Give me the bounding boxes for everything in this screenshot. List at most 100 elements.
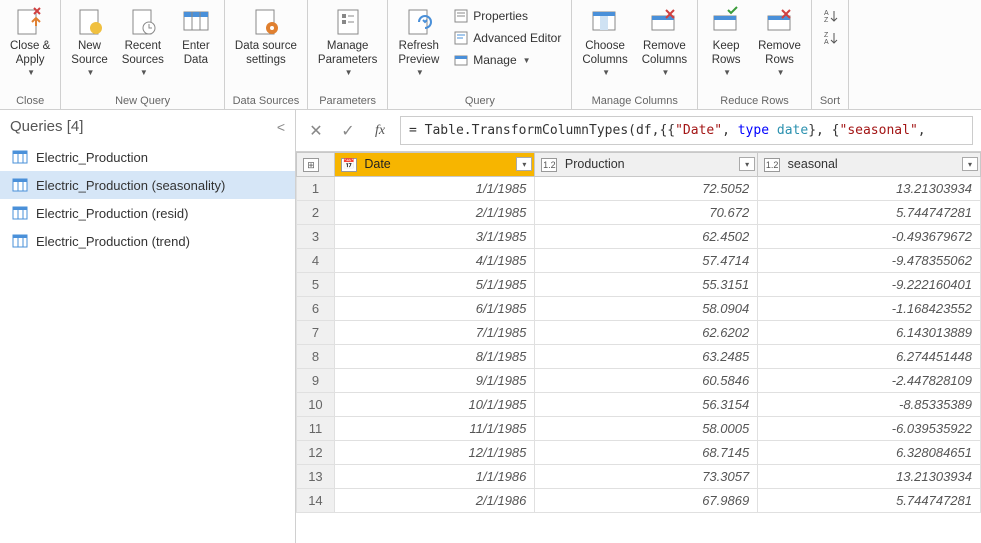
cell-date[interactable]: 2/1/1986 [334, 488, 535, 512]
query-item[interactable]: Electric_Production [0, 143, 295, 171]
column-header-production[interactable]: 1.2 Production [535, 153, 758, 177]
fx-icon[interactable]: fx [368, 119, 392, 143]
row-number[interactable]: 5 [297, 272, 335, 296]
cell-seasonal[interactable]: -9.222160401 [758, 272, 981, 296]
column-filter-dropdown[interactable] [962, 157, 978, 171]
cell-date[interactable]: 1/1/1985 [334, 176, 535, 200]
new-source-button[interactable]: New Source▼ [65, 2, 113, 79]
table-row[interactable]: 1111/1/198558.0005-6.039535922 [297, 416, 981, 440]
column-filter-dropdown[interactable] [516, 157, 532, 171]
close-apply-button[interactable]: Close & Apply▼ [4, 2, 56, 79]
cell-seasonal[interactable]: -1.168423552 [758, 296, 981, 320]
table-row[interactable]: 142/1/198667.98695.744747281 [297, 488, 981, 512]
sort-asc-button[interactable]: AZ [818, 6, 842, 26]
cell-production[interactable]: 72.5052 [535, 176, 758, 200]
keep-rows-button[interactable]: Keep Rows▼ [702, 2, 750, 79]
cell-seasonal[interactable]: -6.039535922 [758, 416, 981, 440]
table-row[interactable]: 55/1/198555.3151-9.222160401 [297, 272, 981, 296]
cell-seasonal[interactable]: -9.478355062 [758, 248, 981, 272]
row-number[interactable]: 14 [297, 488, 335, 512]
data-grid[interactable]: ⊞ 📅 Date 1.2 Production 1.2 [296, 152, 981, 543]
cell-date[interactable]: 8/1/1985 [334, 344, 535, 368]
cell-production[interactable]: 62.6202 [535, 320, 758, 344]
cell-date[interactable]: 9/1/1985 [334, 368, 535, 392]
cell-production[interactable]: 70.672 [535, 200, 758, 224]
cell-seasonal[interactable]: 6.328084651 [758, 440, 981, 464]
table-row[interactable]: 131/1/198673.305713.21303934 [297, 464, 981, 488]
sort-desc-button[interactable]: ZA [818, 28, 842, 48]
cell-date[interactable]: 6/1/1985 [334, 296, 535, 320]
cell-production[interactable]: 63.2485 [535, 344, 758, 368]
query-item[interactable]: Electric_Production (resid) [0, 199, 295, 227]
cell-date[interactable]: 5/1/1985 [334, 272, 535, 296]
cell-seasonal[interactable]: -2.447828109 [758, 368, 981, 392]
row-number[interactable]: 8 [297, 344, 335, 368]
column-header-date[interactable]: 📅 Date [334, 153, 535, 177]
enter-data-button[interactable]: Enter Data [172, 2, 220, 70]
row-number[interactable]: 2 [297, 200, 335, 224]
row-number[interactable]: 10 [297, 392, 335, 416]
refresh-preview-button[interactable]: Refresh Preview▼ [392, 2, 445, 79]
cell-date[interactable]: 4/1/1985 [334, 248, 535, 272]
cancel-formula-button[interactable]: ✕ [304, 119, 328, 143]
cell-production[interactable]: 68.7145 [535, 440, 758, 464]
properties-button[interactable]: Properties [449, 6, 565, 26]
table-row[interactable]: 66/1/198558.0904-1.168423552 [297, 296, 981, 320]
cell-production[interactable]: 67.9869 [535, 488, 758, 512]
cell-production[interactable]: 57.4714 [535, 248, 758, 272]
cell-production[interactable]: 58.0005 [535, 416, 758, 440]
row-number[interactable]: 3 [297, 224, 335, 248]
formula-input[interactable]: = Table.TransformColumnTypes(df,{{"Date"… [400, 116, 973, 145]
row-number[interactable]: 6 [297, 296, 335, 320]
data-source-settings-button[interactable]: Data source settings [229, 2, 303, 70]
cell-seasonal[interactable]: -8.85335389 [758, 392, 981, 416]
table-row[interactable]: 44/1/198557.4714-9.478355062 [297, 248, 981, 272]
table-corner[interactable]: ⊞ [297, 153, 335, 177]
cell-date[interactable]: 2/1/1985 [334, 200, 535, 224]
cell-production[interactable]: 62.4502 [535, 224, 758, 248]
cell-date[interactable]: 3/1/1985 [334, 224, 535, 248]
cell-seasonal[interactable]: 5.744747281 [758, 488, 981, 512]
table-row[interactable]: 11/1/198572.505213.21303934 [297, 176, 981, 200]
table-row[interactable]: 1010/1/198556.3154-8.85335389 [297, 392, 981, 416]
cell-production[interactable]: 55.3151 [535, 272, 758, 296]
cell-date[interactable]: 1/1/1986 [334, 464, 535, 488]
query-item[interactable]: Electric_Production (seasonality) [0, 171, 295, 199]
cell-date[interactable]: 11/1/1985 [334, 416, 535, 440]
remove-columns-button[interactable]: Remove Columns▼ [636, 2, 693, 79]
cell-seasonal[interactable]: 13.21303934 [758, 176, 981, 200]
collapse-pane-icon[interactable]: < [277, 119, 285, 135]
cell-seasonal[interactable]: 6.274451448 [758, 344, 981, 368]
table-row[interactable]: 99/1/198560.5846-2.447828109 [297, 368, 981, 392]
row-number[interactable]: 11 [297, 416, 335, 440]
row-number[interactable]: 4 [297, 248, 335, 272]
table-row[interactable]: 22/1/198570.6725.744747281 [297, 200, 981, 224]
table-row[interactable]: 1212/1/198568.71456.328084651 [297, 440, 981, 464]
cell-production[interactable]: 60.5846 [535, 368, 758, 392]
cell-seasonal[interactable]: -0.493679672 [758, 224, 981, 248]
row-number[interactable]: 1 [297, 176, 335, 200]
query-item[interactable]: Electric_Production (trend) [0, 227, 295, 255]
remove-rows-button[interactable]: Remove Rows▼ [752, 2, 807, 79]
choose-columns-button[interactable]: Choose Columns▼ [576, 2, 633, 79]
cell-production[interactable]: 58.0904 [535, 296, 758, 320]
cell-production[interactable]: 56.3154 [535, 392, 758, 416]
manage-query-button[interactable]: Manage▼ [449, 50, 565, 70]
cell-seasonal[interactable]: 6.143013889 [758, 320, 981, 344]
column-header-seasonal[interactable]: 1.2 seasonal [758, 153, 981, 177]
advanced-editor-button[interactable]: Advanced Editor [449, 28, 565, 48]
apply-formula-button[interactable]: ✓ [336, 119, 360, 143]
row-number[interactable]: 13 [297, 464, 335, 488]
table-row[interactable]: 33/1/198562.4502-0.493679672 [297, 224, 981, 248]
column-filter-dropdown[interactable] [739, 157, 755, 171]
manage-parameters-button[interactable]: Manage Parameters▼ [312, 2, 383, 79]
cell-seasonal[interactable]: 5.744747281 [758, 200, 981, 224]
row-number[interactable]: 12 [297, 440, 335, 464]
row-number[interactable]: 7 [297, 320, 335, 344]
table-row[interactable]: 88/1/198563.24856.274451448 [297, 344, 981, 368]
cell-date[interactable]: 10/1/1985 [334, 392, 535, 416]
row-number[interactable]: 9 [297, 368, 335, 392]
cell-date[interactable]: 7/1/1985 [334, 320, 535, 344]
table-row[interactable]: 77/1/198562.62026.143013889 [297, 320, 981, 344]
cell-date[interactable]: 12/1/1985 [334, 440, 535, 464]
